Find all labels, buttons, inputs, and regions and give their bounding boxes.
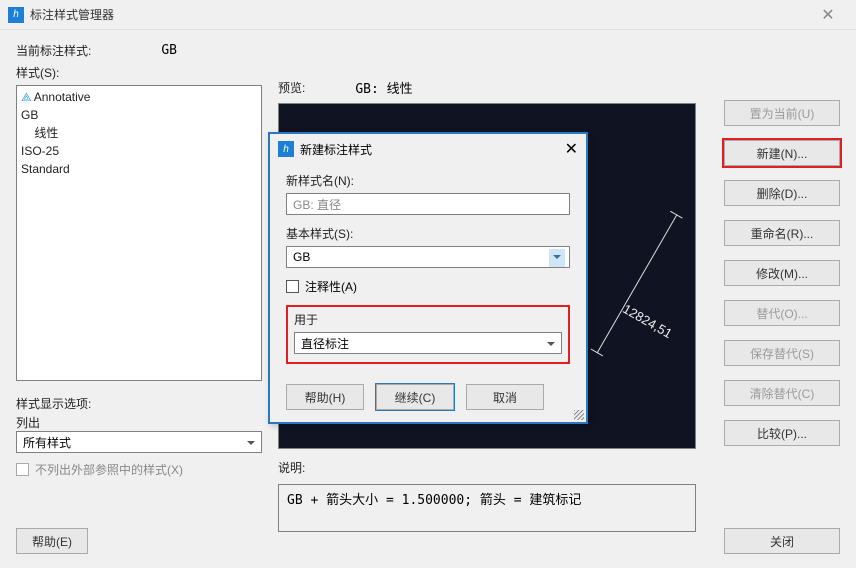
cancel-button[interactable]: 取消: [466, 384, 544, 410]
desc-text: GB + 箭头大小 = 1.500000; 箭头 = 建筑标记: [278, 484, 696, 532]
close-button[interactable]: 关闭: [724, 528, 840, 554]
list-item[interactable]: 线性: [34, 126, 58, 140]
display-options-label: 样式显示选项:: [16, 395, 262, 412]
base-style-select[interactable]: GB: [286, 246, 570, 268]
clear-override-button: 清除替代(C): [724, 380, 840, 406]
desc-label: 说明:: [278, 459, 836, 476]
no-xref-checkbox[interactable]: 不列出外部参照中的样式(X): [16, 461, 262, 478]
checkbox-icon: [16, 463, 29, 476]
window-title: 标注样式管理器: [30, 6, 114, 23]
delete-button[interactable]: 删除(D)...: [724, 180, 840, 206]
dialog-help-button[interactable]: 帮助(H): [286, 384, 364, 410]
styles-label: 样式(S):: [16, 64, 262, 81]
continue-button[interactable]: 继续(C): [376, 384, 454, 410]
use-for-select[interactable]: 直径标注: [294, 332, 562, 354]
list-item[interactable]: GB: [21, 108, 38, 122]
new-name-label: 新样式名(N):: [286, 172, 570, 189]
styles-listbox[interactable]: ⟁Annotative GB 线性 ISO-25 Standard: [16, 85, 262, 381]
set-current-button: 置为当前(U): [724, 100, 840, 126]
override-button: 替代(O)...: [724, 300, 840, 326]
preview-label: 预览:: [278, 79, 305, 96]
annotative-icon: ⟁: [21, 90, 32, 104]
window-close-button[interactable]: ✕: [808, 1, 848, 29]
new-name-input[interactable]: GB: 直径: [286, 193, 570, 215]
new-style-dialog: h 新建标注样式 ✕ 新样式名(N): GB: 直径 基本样式(S): GB 注…: [268, 132, 588, 424]
save-override-button: 保存替代(S): [724, 340, 840, 366]
annotative-checkbox[interactable]: 注释性(A): [286, 278, 570, 295]
help-button[interactable]: 帮助(E): [16, 528, 88, 554]
list-label: 列出: [16, 414, 262, 431]
base-style-label: 基本样式(S):: [286, 225, 570, 242]
app-icon: h: [8, 7, 24, 23]
rename-button[interactable]: 重命名(R)...: [724, 220, 840, 246]
modify-button[interactable]: 修改(M)...: [724, 260, 840, 286]
dimension-text: 12824,51: [620, 301, 674, 341]
use-for-group: 用于 直径标注: [286, 305, 570, 364]
compare-button[interactable]: 比较(P)...: [724, 420, 840, 446]
resize-grip-icon[interactable]: [574, 410, 584, 420]
new-button[interactable]: 新建(N)...: [724, 140, 840, 166]
checkbox-icon: [286, 280, 299, 293]
use-for-label: 用于: [294, 311, 562, 328]
tree-branch-icon: [21, 126, 34, 140]
list-item[interactable]: Standard: [21, 162, 70, 176]
list-item[interactable]: Annotative: [34, 90, 91, 104]
chevron-down-icon: [553, 255, 561, 263]
preview-value: GB: 线性: [355, 78, 412, 97]
app-icon: h: [278, 141, 294, 157]
list-filter-select[interactable]: 所有样式: [16, 431, 262, 453]
dialog-title: 新建标注样式: [300, 141, 372, 158]
dialog-close-button[interactable]: ✕: [565, 139, 578, 159]
list-item[interactable]: ISO-25: [21, 144, 59, 158]
